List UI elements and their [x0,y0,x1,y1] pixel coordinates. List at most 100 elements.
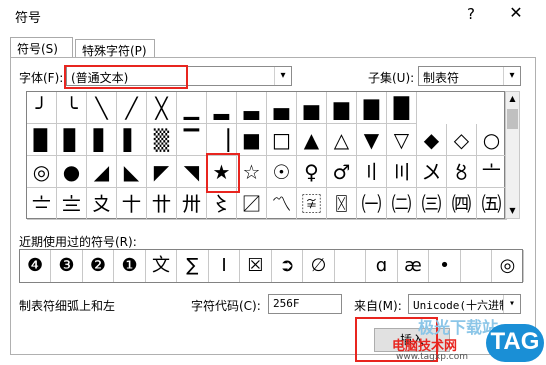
symbol-cell[interactable]: 〤 [417,156,447,188]
symbol-cell[interactable]: ▂ [207,92,237,124]
scroll-up-icon[interactable]: ▲ [506,92,519,106]
close-icon[interactable]: ✕ [506,3,526,22]
symbol-cell[interactable]: ▄ [267,92,297,124]
symbol-cell[interactable]: ○ [477,124,507,156]
scroll-down-icon[interactable]: ▼ [506,204,519,218]
recent-symbol[interactable]: Ⅰ [209,250,240,282]
symbol-cell[interactable]: ■ [237,124,267,156]
subset-select-value: 制表符 [423,71,460,85]
recent-symbol[interactable]: 文 [146,250,177,282]
recent-symbol[interactable]: ❹ [20,250,51,282]
recent-symbol[interactable]: ☒ [241,250,272,282]
symbol-cell[interactable]: △ [327,124,357,156]
symbol-cell[interactable]: ◎ [27,156,57,188]
symbol-cell[interactable]: ╰ [57,92,87,124]
recent-symbols[interactable]: ❹ ❸ ❷ ❶ 文 ∑ Ⅰ ☒ ➲ ∅ ɑ æ • ◎ [19,249,524,283]
recent-symbol[interactable]: ➲ [272,250,303,282]
subset-select[interactable]: 制表符 ▾ [418,66,521,86]
symbol-cell[interactable]: ㈡ [387,188,417,220]
from-select[interactable]: Unicode(十六进制 ▾ [408,294,521,314]
symbol-cell[interactable]: ◆ [417,124,447,156]
symbol-cell[interactable]: ◢ [87,156,117,188]
symbol-cell[interactable]: ▉ [27,124,57,156]
recent-symbol[interactable]: ∑ [178,250,209,282]
symbol-cell[interactable]: ◇ [447,124,477,156]
symbol-cell[interactable]: 〺 [177,188,207,220]
watermark-tag: TAG [490,328,540,355]
symbol-cell[interactable]: 〢 [357,156,387,188]
symbol-cell[interactable]: 〣 [387,156,417,188]
symbol-cell[interactable]: ▔ [177,124,207,156]
symbol-cell[interactable]: ㈤ [477,188,507,220]
recent-symbol[interactable]: æ [398,250,429,282]
symbol-cell[interactable]: ╳ [147,92,177,124]
tab-symbols[interactable]: 符号(S) [10,37,73,57]
chevron-down-icon[interactable]: ▾ [503,67,520,85]
symbol-cell[interactable]: 〽 [267,188,297,220]
dialog-title: 符号 [15,11,42,26]
symbol-cell[interactable]: ╯ [27,92,57,124]
symbol-cell[interactable]: 〦 [477,156,507,188]
symbol-cell[interactable]: ╲ [87,92,117,124]
symbol-cell[interactable]: ▌ [117,124,147,156]
tab-special-characters[interactable]: 特殊字符(P) [75,39,155,59]
symbol-cell[interactable]: ▽ [387,124,417,156]
title-bar: 符号 ? ✕ [0,0,546,32]
symbol-cell[interactable]: ☉ [267,156,297,188]
symbol-cell[interactable]: 〸 [117,188,147,220]
highlight-font [64,65,188,89]
symbol-cell[interactable]: ♀ [297,156,327,188]
symbol-cell[interactable]: ▅ [297,92,327,124]
symbol-cell[interactable]: 〾 [297,188,327,220]
scroll-thumb[interactable] [507,109,518,129]
symbol-cell[interactable]: ▃ [237,92,267,124]
symbol-cell[interactable]: ▼ [357,124,387,156]
char-code-input[interactable]: 256F [268,294,342,314]
recent-symbol[interactable]: ɑ [367,250,398,282]
symbol-cell[interactable]: ◣ [117,156,147,188]
recent-symbol[interactable]: ❸ [52,250,83,282]
symbol-cell[interactable]: ╱ [117,92,147,124]
symbol-cell[interactable]: ▇ [357,92,387,124]
symbol-cell[interactable]: 〥 [447,156,477,188]
symbol-cell[interactable]: ◤ [147,156,177,188]
font-label: 字体(F): [19,71,64,85]
recent-symbol[interactable]: ◎ [493,250,524,282]
symbol-description: 制表符细弧上和左 [19,299,116,313]
symbol-cell[interactable]: ㈠ [357,188,387,220]
char-code-label: 字符代码(C): [191,299,261,313]
symbol-cell[interactable]: █ [387,92,417,124]
recent-symbol[interactable]: ❶ [115,250,146,282]
symbol-cell[interactable]: ▆ [327,92,357,124]
help-button[interactable]: ? [461,5,481,23]
symbol-cell[interactable]: □ [267,124,297,156]
recent-symbol[interactable] [335,250,366,282]
symbol-grid-scrollbar[interactable]: ▲ ▼ [505,91,520,219]
symbol-cell[interactable]: ▁ [177,92,207,124]
chevron-down-icon[interactable]: ▾ [503,295,520,313]
symbol-cell[interactable]: 〿 [327,188,357,220]
symbol-cell[interactable]: ▒ [147,124,177,156]
recent-symbol[interactable]: ∅ [304,250,335,282]
symbol-cell[interactable]: 〨 [57,188,87,220]
recent-symbol[interactable]: • [430,250,461,282]
symbol-cell[interactable]: 〼 [237,188,267,220]
chevron-down-icon[interactable]: ▾ [274,67,291,85]
symbol-cell[interactable]: ● [57,156,87,188]
symbol-cell[interactable]: 〹 [147,188,177,220]
recent-symbol[interactable]: ❷ [83,250,114,282]
symbol-cell[interactable]: ▋ [87,124,117,156]
symbol-cell[interactable]: 〧 [27,188,57,220]
symbol-cell[interactable]: ▲ [297,124,327,156]
highlight-selected-symbol [206,153,240,193]
symbol-grid[interactable]: ╯ ╰ ╲ ╱ ╳ ▁ ▂ ▃ ▄ ▅ ▆ ▇ █ ▉ ▊ ▋ ▌ ▒ ▔ ▕ ■ □ ▲ △ ▼ ▽ ◆ ◇ ○ ◎ ● ◢ ◣ ◤ ◥ ★ ☆ ☉ ♀ ♂… [26,91,507,220]
symbol-cell[interactable]: ▊ [57,124,87,156]
symbol-cell[interactable]: 〩 [87,188,117,220]
symbol-cell[interactable]: ☆ [237,156,267,188]
symbol-cell[interactable]: ◥ [177,156,207,188]
symbol-cell[interactable]: ㈣ [447,188,477,220]
symbol-cell[interactable]: ㈢ [417,188,447,220]
symbol-cell[interactable]: ♂ [327,156,357,188]
recent-symbol[interactable] [461,250,492,282]
symbol-cell[interactable]: ▕ [207,124,237,156]
